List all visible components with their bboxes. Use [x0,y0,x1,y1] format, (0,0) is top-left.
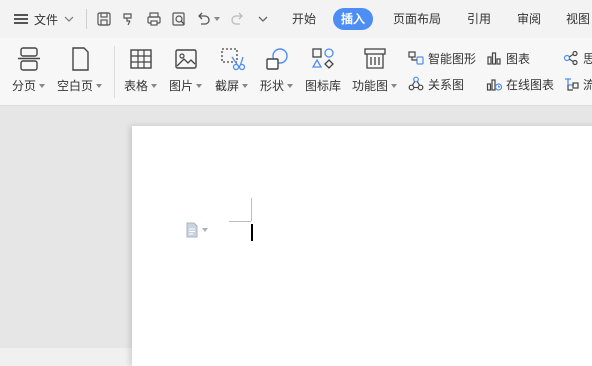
function-chart-icon [363,48,386,69]
picture-label: 图片 [169,79,194,93]
tab-references[interactable]: 引用 [467,8,491,30]
table-icon [129,49,152,69]
page-break-label: 分页 [12,79,37,93]
document-workspace [0,106,592,366]
mind-map-button[interactable]: 思 [563,49,592,67]
undo-icon [197,12,210,25]
relation-chart-icon [408,76,424,91]
chevron-down-icon [96,83,103,88]
file-menu-button[interactable]: 文件 [14,9,74,29]
chart-label: 图表 [506,51,531,66]
chevron-down-icon [391,83,398,88]
ribbon-divider [114,46,115,98]
page-break-button[interactable]: 分页 [12,46,46,94]
table-label: 表格 [124,79,149,93]
hamburger-icon [14,14,28,24]
picture-button[interactable]: 图片 [169,46,203,94]
online-chart-button[interactable]: 在线图表 [486,75,554,93]
chevron-down-icon [242,83,249,88]
mind-map-label: 思 [583,51,592,66]
function-chart-label: 功能图 [352,79,389,93]
chevron-down-icon [287,83,294,88]
redo-icon [231,12,243,25]
shape-icon [265,48,288,70]
screenshot-label: 截屏 [215,79,240,93]
smart-graphic-label: 智能图形 [428,51,477,66]
icon-library-label: 图标库 [305,79,342,93]
chevron-down-icon [202,228,208,232]
online-chart-icon [486,79,502,91]
page-margin-marker-vertical [251,198,252,221]
chart-icon [487,52,501,65]
tab-insert[interactable]: 插入 [333,8,374,30]
tab-page-layout[interactable]: 页面布局 [393,8,441,30]
chevron-down-icon [151,83,158,88]
flowchart-button[interactable]: 流 [563,75,592,93]
relation-chart-label: 关系图 [428,77,465,92]
format-painter-icon [123,13,132,26]
tab-view[interactable]: 视图 [566,8,590,30]
mind-map-icon [563,50,578,66]
save-icon [97,12,111,26]
chevron-down-icon [64,16,74,22]
undo-dropdown-caret[interactable] [213,17,220,21]
online-chart-label: 在线图表 [506,77,555,92]
page-break-icon [17,47,40,71]
blank-page-icon [71,47,89,71]
undo-button[interactable] [194,9,220,29]
flowchart-icon [565,78,579,91]
menu-divider [86,9,87,29]
table-button[interactable]: 表格 [124,46,158,94]
tab-review[interactable]: 审阅 [517,8,541,30]
text-cursor [251,224,253,241]
icon-library-icon [311,48,334,69]
page-margin-marker-horizontal [229,221,251,222]
print-preview-button[interactable] [169,9,189,29]
menu-bar: 文件 开始 插入 页面布局 引用 审阅 视图 [0,0,592,38]
insert-ribbon: 分页 空白页 表格 图片 截屏 形状 图标库 功能图 智能图形 关系图 图表 在… [0,38,592,106]
blank-page-label: 空白页 [57,79,94,93]
print-preview-icon [172,12,185,26]
chart-button[interactable]: 图表 [486,49,530,67]
paragraph-options-button[interactable] [185,222,208,238]
screenshot-icon [220,48,245,71]
relation-chart-button[interactable]: 关系图 [408,75,464,93]
redo-button[interactable] [228,9,248,29]
function-chart-button[interactable]: 功能图 [352,46,398,94]
save-button[interactable] [94,9,114,29]
document-icon [186,222,198,238]
chevron-down-icon [196,83,203,88]
print-icon [147,12,161,26]
document-page[interactable] [132,126,592,366]
print-button[interactable] [144,9,164,29]
smart-graphic-button[interactable]: 智能图形 [408,49,476,67]
screenshot-button[interactable]: 截屏 [215,46,249,94]
tab-home[interactable]: 开始 [292,8,316,30]
chevron-down-icon [39,83,46,88]
shape-label: 形状 [260,79,285,93]
icon-library-button[interactable]: 图标库 [305,46,341,94]
picture-icon [174,49,197,69]
smart-graphic-icon [408,51,424,65]
flowchart-label: 流 [583,77,592,92]
customize-quick-access-button[interactable] [253,9,273,29]
file-menu-label: 文件 [34,12,59,27]
format-painter-button[interactable] [119,9,139,29]
blank-page-button[interactable]: 空白页 [57,46,103,94]
shape-button[interactable]: 形状 [260,46,294,94]
customize-chevron-icon [258,16,268,22]
